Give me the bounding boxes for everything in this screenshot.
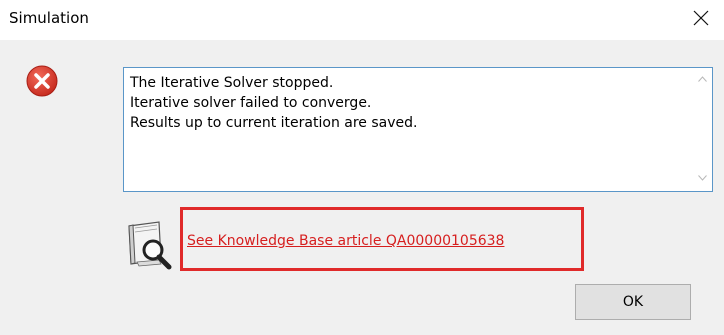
vertical-scrollbar[interactable] bbox=[693, 68, 712, 191]
knowledge-base-link[interactable]: See Knowledge Base article QA00000105638 bbox=[187, 231, 504, 251]
knowledge-base-search-icon bbox=[123, 220, 179, 270]
close-button[interactable] bbox=[678, 0, 724, 40]
scroll-up-arrow-icon[interactable] bbox=[698, 76, 707, 82]
message-textbox[interactable]: The Iterative Solver stopped. Iterative … bbox=[123, 67, 713, 192]
ok-button[interactable]: OK bbox=[575, 284, 691, 320]
title-bar: Simulation bbox=[0, 0, 724, 40]
close-icon bbox=[693, 10, 709, 26]
error-icon bbox=[26, 65, 58, 97]
scroll-down-arrow-icon[interactable] bbox=[698, 175, 707, 181]
message-line-3: Results up to current iteration are save… bbox=[130, 115, 418, 131]
window-title: Simulation bbox=[9, 9, 89, 27]
message-line-2: Iterative solver failed to converge. bbox=[130, 95, 372, 111]
message-line-1: The Iterative Solver stopped. bbox=[130, 75, 334, 91]
message-text: The Iterative Solver stopped. Iterative … bbox=[130, 73, 685, 133]
